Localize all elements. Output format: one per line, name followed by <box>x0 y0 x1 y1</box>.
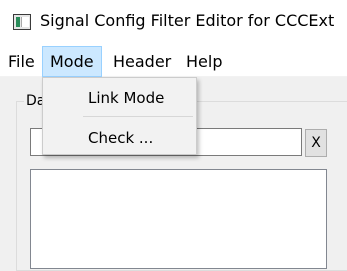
clear-filter-button[interactable]: X <box>305 129 327 157</box>
menu-bar: File Mode Header Help <box>0 46 347 77</box>
title-bar: Signal Config Filter Editor for CCCExt <box>0 0 347 46</box>
menu-header[interactable]: Header <box>106 46 178 77</box>
menu-item-link-mode[interactable]: Link Mode <box>43 83 196 113</box>
menu-file[interactable]: File <box>1 46 42 77</box>
menu-mode[interactable]: Mode <box>42 46 102 77</box>
signal-list[interactable] <box>30 169 327 269</box>
app-window-icon <box>13 14 31 30</box>
main-window: Signal Config Filter Editor for CCCExt F… <box>0 0 347 271</box>
menu-help[interactable]: Help <box>179 46 229 77</box>
mode-dropdown-menu: Link Mode Check ... <box>42 77 197 155</box>
window-title: Signal Config Filter Editor for CCCExt <box>40 11 335 30</box>
menu-separator <box>83 116 193 117</box>
menu-item-check[interactable]: Check ... <box>43 123 196 153</box>
